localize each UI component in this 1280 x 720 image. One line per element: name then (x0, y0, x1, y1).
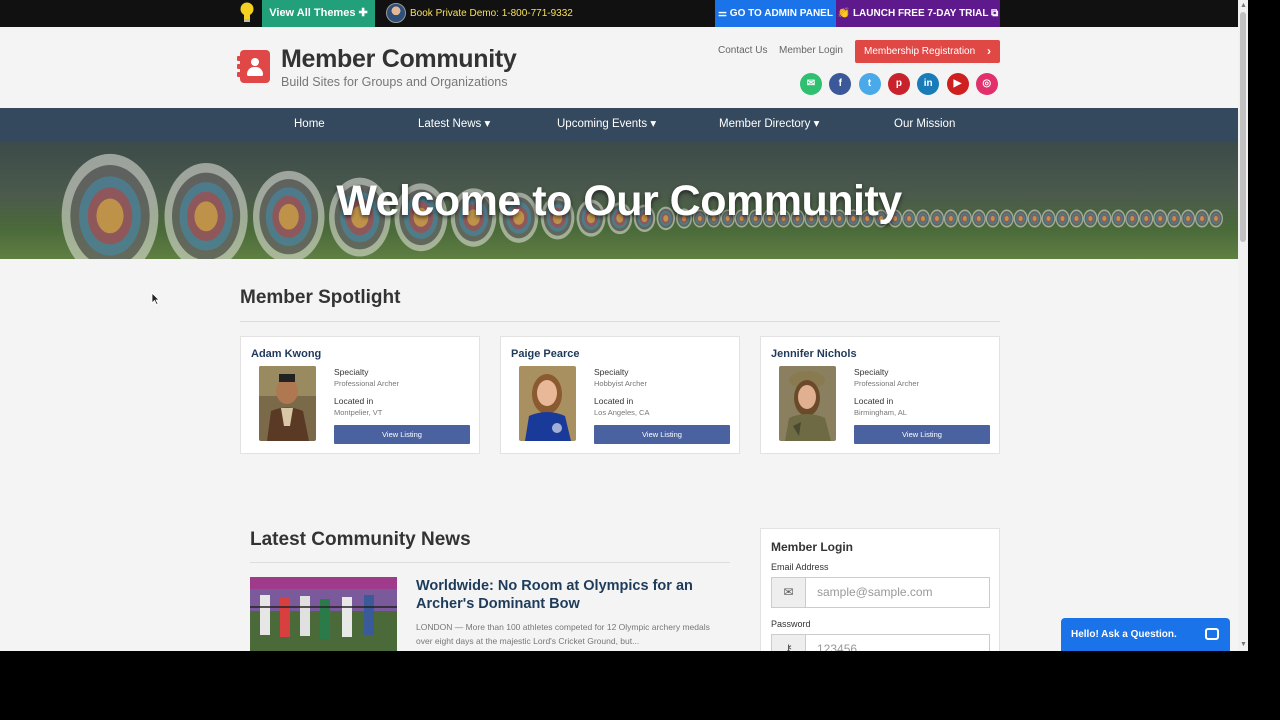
chevron-right-icon: › (987, 44, 991, 58)
spotlight-heading: Member Spotlight (240, 287, 401, 308)
hero-title: Welcome to Our Community (336, 177, 902, 225)
pinterest-icon[interactable]: p (887, 73, 910, 95)
view-all-themes-button[interactable]: View All Themes ✚ (262, 0, 375, 27)
instagram-icon[interactable]: ◎ (975, 73, 998, 95)
site-header: Member Community Build Sites for Groups … (0, 27, 1238, 108)
hero-banner: Welcome to Our Community (0, 141, 1238, 259)
member-name[interactable]: Adam Kwong (251, 348, 321, 360)
member-card: Adam Kwong Specialty Professional Archer… (240, 336, 480, 454)
free-trial-button[interactable]: 👏 LAUNCH FREE 7-DAY TRIAL ⧉ (836, 0, 1000, 27)
specialty-value: Hobbyist Archer (594, 379, 647, 388)
location-label: Located in (334, 396, 374, 406)
mouse-cursor-icon (151, 292, 160, 305)
location-label: Located in (594, 396, 634, 406)
envelope-icon: ✉ (772, 578, 806, 607)
specialty-value: Professional Archer (854, 379, 920, 388)
promo-bar: View All Themes ✚ Book Private Demo: 1-8… (0, 0, 1238, 27)
nav-item-latest-news[interactable]: Latest News ▾ (418, 108, 490, 141)
scroll-up-icon[interactable]: ▲ (1240, 2, 1247, 10)
divider (240, 321, 1000, 322)
location-label: Located in (854, 396, 894, 406)
location-value: Montpelier, VT (334, 408, 383, 417)
specialty-value: Professional Archer (334, 379, 400, 388)
member-card: Jennifer Nichols Specialty Professional … (760, 336, 1000, 454)
scrollbar-thumb[interactable] (1240, 12, 1246, 242)
demo-avatar (386, 3, 406, 23)
main-nav: Home Latest News ▾ Upcoming Events ▾ Mem… (0, 108, 1238, 141)
nav-item-member-directory[interactable]: Member Directory ▾ (719, 108, 819, 141)
member-login-link[interactable]: Member Login (779, 45, 843, 56)
twitter-icon[interactable]: t (858, 73, 881, 95)
admin-panel-button[interactable]: ⚌ GO TO ADMIN PANEL (715, 0, 836, 27)
page-scrollbar[interactable]: ▲ ▼ (1238, 0, 1248, 651)
key-icon: ⚷ (772, 635, 806, 651)
member-photo[interactable] (259, 366, 316, 441)
view-listing-button[interactable]: View Listing (334, 425, 470, 444)
location-value: Birmingham, AL (854, 408, 907, 417)
news-image[interactable] (250, 577, 397, 651)
browser-viewport: View All Themes ✚ Book Private Demo: 1-8… (0, 0, 1248, 651)
youtube-icon[interactable]: ▶ (946, 73, 969, 95)
divider (250, 562, 730, 563)
registration-label: Membership Registration (864, 46, 976, 57)
membership-registration-button[interactable]: Membership Registration › (855, 40, 1000, 63)
view-listing-button[interactable]: View Listing (594, 425, 730, 444)
member-name[interactable]: Jennifer Nichols (771, 348, 857, 360)
location-value: Los Angeles, CA (594, 408, 650, 417)
specialty-label: Specialty (594, 367, 629, 377)
password-label: Password (771, 619, 811, 629)
facebook-icon[interactable]: f (829, 73, 852, 95)
email-icon[interactable]: ✉ (800, 73, 822, 95)
view-listing-button[interactable]: View Listing (854, 425, 990, 444)
login-title: Member Login (771, 540, 854, 554)
member-name[interactable]: Paige Pearce (511, 348, 580, 360)
news-heading: Latest Community News (250, 529, 471, 550)
member-card: Paige Pearce Specialty Hobbyist Archer L… (500, 336, 740, 454)
chat-label: Hello! Ask a Question. (1071, 629, 1177, 640)
chat-widget-button[interactable]: Hello! Ask a Question. (1061, 618, 1230, 651)
email-label: Email Address (771, 562, 829, 572)
site-tagline: Build Sites for Groups and Organizations (281, 75, 508, 89)
member-login-widget: Member Login Email Address ✉ sample@samp… (760, 528, 1000, 651)
password-placeholder: 123456 (817, 642, 858, 651)
specialty-label: Specialty (334, 367, 369, 377)
lightbulb-icon (240, 2, 254, 22)
chat-bubble-icon (1205, 628, 1219, 640)
nav-item-home[interactable]: Home (294, 108, 325, 141)
site-title[interactable]: Member Community (281, 45, 517, 74)
nav-item-our-mission[interactable]: Our Mission (894, 108, 955, 141)
nav-item-upcoming-events[interactable]: Upcoming Events ▾ (557, 108, 656, 141)
logo-icon[interactable] (237, 50, 270, 83)
member-photo[interactable] (519, 366, 576, 441)
email-placeholder: sample@sample.com (817, 585, 933, 599)
password-field[interactable]: ⚷ 123456 (771, 634, 990, 651)
scroll-down-icon[interactable]: ▼ (1240, 641, 1247, 649)
book-demo-link[interactable]: Book Private Demo: 1-800-771-9332 (410, 0, 573, 27)
news-article-excerpt: LONDON — More than 100 athletes competed… (416, 622, 710, 646)
member-photo[interactable] (779, 366, 836, 441)
linkedin-icon[interactable]: in (917, 73, 940, 95)
news-article-title[interactable]: Worldwide: No Room at Olympics for an Ar… (416, 577, 716, 613)
email-field[interactable]: ✉ sample@sample.com (771, 577, 990, 608)
specialty-label: Specialty (854, 367, 889, 377)
contact-us-link[interactable]: Contact Us (718, 45, 767, 56)
